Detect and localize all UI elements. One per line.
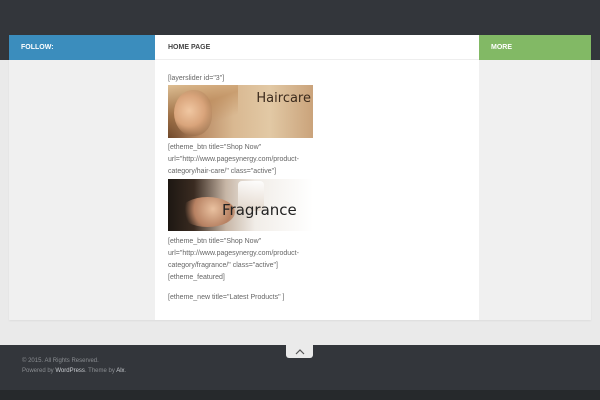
shortcode-btn-fragrance-line1: [etheme_btn title="Shop Now" — [168, 238, 262, 245]
layerslider-shortcode: [layerslider id="3"] — [168, 75, 225, 82]
haircare-banner-label: Haircare — [256, 91, 311, 106]
shortcode-btn-haircare-line3: category/hair-care/" class="active"] — [168, 168, 277, 175]
powered-suffix: . — [124, 368, 127, 374]
sidebar-right — [479, 35, 591, 320]
shortcode-btn-haircare-line2: url="http://www.pagesynergy.com/product- — [168, 156, 299, 163]
fragrance-banner-label: Fragrance — [222, 201, 297, 219]
back-to-top-button[interactable] — [286, 345, 313, 358]
footer-copyright: © 2015. All Rights Reserved. — [22, 358, 99, 364]
fragrance-banner[interactable]: Fragrance — [168, 179, 313, 231]
haircare-banner[interactable]: Haircare — [168, 85, 313, 138]
shortcode-btn-fragrance-line3: category/fragrance/" class="active"] — [168, 262, 278, 269]
powered-prefix: Powered by — [22, 368, 56, 374]
wordpress-link[interactable]: WordPress — [55, 368, 85, 374]
sidebar-left — [9, 35, 155, 320]
new-products-shortcode: [etheme_new title="Latest Products" ] — [168, 294, 285, 301]
featured-shortcode: [etheme_featured] — [168, 274, 225, 281]
page-title: HOME PAGE — [155, 35, 479, 60]
footer-powered-by: Powered by WordPress. Theme by Alx. — [22, 368, 126, 374]
chevron-up-icon — [295, 348, 304, 354]
footer-bottom-bar — [0, 390, 600, 400]
shortcode-btn-haircare-line1: [etheme_btn title="Shop Now" — [168, 144, 262, 151]
shortcode-btn-fragrance-line2: url="http://www.pagesynergy.com/product- — [168, 250, 299, 257]
sidebar-follow-heading[interactable]: FOLLOW: — [9, 35, 155, 60]
haircare-model-face-image — [174, 90, 212, 136]
powered-middle: . Theme by — [84, 368, 117, 374]
sidebar-more-heading[interactable]: MORE — [479, 35, 591, 60]
alx-link[interactable]: Alx — [116, 368, 124, 374]
